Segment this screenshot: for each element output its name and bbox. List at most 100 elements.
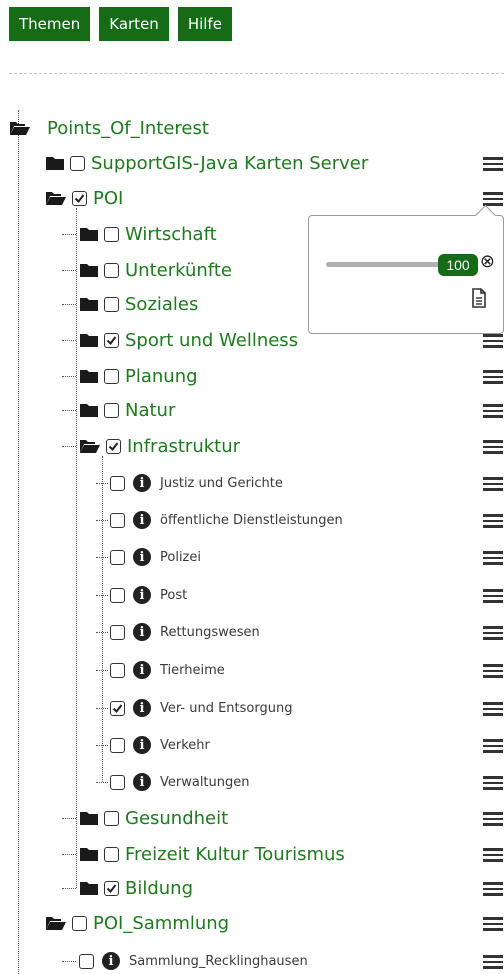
info-icon[interactable]: i xyxy=(133,548,151,566)
checkbox[interactable] xyxy=(72,915,87,931)
checkbox[interactable] xyxy=(79,953,94,969)
tree-node-infra-child-2[interactable]: i Polizei xyxy=(110,546,201,568)
poi-sammlung-menu-icon[interactable] xyxy=(483,914,503,934)
tree-node-poi-after-2[interactable]: Bildung xyxy=(79,877,193,899)
poi-after-2-menu-icon[interactable] xyxy=(483,879,503,899)
folder-icon[interactable] xyxy=(79,332,99,348)
folder-icon[interactable] xyxy=(79,846,99,862)
info-icon[interactable]: i xyxy=(102,952,120,970)
checkbox[interactable] xyxy=(104,846,119,862)
checkbox[interactable] xyxy=(104,332,119,348)
tree-label: Rettungswesen xyxy=(160,624,260,640)
checkbox[interactable] xyxy=(104,296,119,312)
infra-child-7-menu-icon[interactable] xyxy=(483,736,503,756)
folder-icon[interactable] xyxy=(79,402,99,418)
tree-node-infra-child-4[interactable]: i Rettungswesen xyxy=(110,621,260,643)
supportgis-menu-icon[interactable] xyxy=(483,154,503,174)
info-icon[interactable]: i xyxy=(133,511,151,529)
poi-after-0-menu-icon[interactable] xyxy=(483,809,503,829)
folder-open-icon[interactable] xyxy=(9,120,31,136)
karten-button[interactable]: Karten xyxy=(99,7,169,41)
folder-icon[interactable] xyxy=(79,226,99,242)
themen-button[interactable]: Themen xyxy=(9,7,91,41)
infra-child-3-menu-icon[interactable] xyxy=(483,586,503,606)
tree-branch-line xyxy=(96,595,108,596)
tree-node-poi-child-6[interactable]: Infrastruktur xyxy=(79,435,240,457)
folder-open-icon[interactable] xyxy=(79,438,101,454)
checkbox[interactable] xyxy=(104,226,119,242)
infra-child-2-menu-icon[interactable] xyxy=(483,548,503,568)
info-icon[interactable]: i xyxy=(133,661,151,679)
tree-node-infra-child-5[interactable]: i Tierheime xyxy=(110,659,225,681)
checkbox[interactable] xyxy=(106,438,121,454)
infra-child-5-menu-icon[interactable] xyxy=(483,661,503,681)
folder-icon[interactable] xyxy=(79,296,99,312)
checkbox[interactable] xyxy=(110,774,125,790)
infra-child-6-menu-icon[interactable] xyxy=(483,699,503,719)
infra-child-0-menu-icon[interactable] xyxy=(483,474,503,494)
hilfe-button[interactable]: Hilfe xyxy=(177,7,232,41)
tree-node-poi-child-2[interactable]: Soziales xyxy=(79,293,198,315)
checkbox[interactable] xyxy=(110,549,125,565)
checkbox[interactable] xyxy=(70,155,85,171)
tree-node-sammlung-recklinghausen[interactable]: i Sammlung_Recklinghausen xyxy=(79,950,308,972)
checkbox[interactable] xyxy=(110,512,125,528)
tree-node-infra-child-8[interactable]: i Verwaltungen xyxy=(110,771,250,793)
tree-node-infra-child-7[interactable]: i Verkehr xyxy=(110,734,210,756)
folder-icon[interactable] xyxy=(79,810,99,826)
checkbox[interactable] xyxy=(104,402,119,418)
folder-open-icon[interactable] xyxy=(45,915,67,931)
checkbox[interactable] xyxy=(104,880,119,896)
info-icon[interactable]: i xyxy=(133,623,151,641)
opacity-slider-track[interactable] xyxy=(326,262,446,267)
poi-child-5-menu-icon[interactable] xyxy=(483,401,503,421)
tree-node-poi-after-1[interactable]: Freizeit Kultur Tourismus xyxy=(79,843,345,865)
checkbox[interactable] xyxy=(110,475,125,491)
tree-node-poi-sammlung[interactable]: POI_Sammlung xyxy=(45,912,229,934)
tree-node-supportgis[interactable]: SupportGIS-Java Karten Server xyxy=(45,152,368,174)
folder-icon[interactable] xyxy=(79,262,99,278)
checkbox[interactable] xyxy=(110,624,125,640)
tree-branch-line xyxy=(62,410,76,411)
checkbox[interactable] xyxy=(104,368,119,384)
checkbox[interactable] xyxy=(72,190,87,206)
tree-node-points-of-interest[interactable]: Points_Of_Interest xyxy=(9,117,209,139)
tree-node-infra-child-3[interactable]: i Post xyxy=(110,584,187,606)
tree-node-poi-child-5[interactable]: Natur xyxy=(79,399,175,421)
sammlung-recklinghausen-menu-icon[interactable] xyxy=(483,952,503,972)
poi-after-1-menu-icon[interactable] xyxy=(483,845,503,865)
tree-node-poi-after-0[interactable]: Gesundheit xyxy=(79,807,228,829)
tree-branch-line xyxy=(62,376,76,377)
tree-node-poi[interactable]: POI xyxy=(45,187,123,209)
checkbox[interactable] xyxy=(104,262,119,278)
tree-node-poi-child-0[interactable]: Wirtschaft xyxy=(79,223,217,245)
tree-node-infra-child-1[interactable]: i öffentliche Dienstleistungen xyxy=(110,509,343,531)
folder-icon[interactable] xyxy=(79,880,99,896)
info-icon[interactable]: i xyxy=(133,736,151,754)
tree-node-infra-child-0[interactable]: i Justiz und Gerichte xyxy=(110,472,283,494)
close-circle-icon[interactable]: ⊗ xyxy=(480,251,495,272)
tree-node-poi-child-1[interactable]: Unterkünfte xyxy=(79,259,232,281)
folder-icon[interactable] xyxy=(79,368,99,384)
checkbox[interactable] xyxy=(104,810,119,826)
folder-icon[interactable] xyxy=(45,155,65,171)
folder-open-icon[interactable] xyxy=(45,190,67,206)
info-icon[interactable]: i xyxy=(133,474,151,492)
tree-node-poi-child-4[interactable]: Planung xyxy=(79,365,198,387)
tree-node-poi-child-3[interactable]: Sport und Wellness xyxy=(79,329,298,351)
infra-child-1-menu-icon[interactable] xyxy=(483,511,503,531)
tree-guide-line xyxy=(102,456,103,782)
infra-child-4-menu-icon[interactable] xyxy=(483,623,503,643)
poi-child-6-menu-icon[interactable] xyxy=(483,437,503,457)
checkbox[interactable] xyxy=(110,737,125,753)
infra-child-8-menu-icon[interactable] xyxy=(483,773,503,793)
poi-child-4-menu-icon[interactable] xyxy=(483,367,503,387)
info-icon[interactable]: i xyxy=(133,773,151,791)
document-icon[interactable] xyxy=(471,288,487,313)
info-icon[interactable]: i xyxy=(133,699,151,717)
checkbox[interactable] xyxy=(110,587,125,603)
checkbox[interactable] xyxy=(110,700,125,716)
info-icon[interactable]: i xyxy=(133,586,151,604)
tree-node-infra-child-6[interactable]: i Ver- und Entsorgung xyxy=(110,697,292,719)
checkbox[interactable] xyxy=(110,662,125,678)
